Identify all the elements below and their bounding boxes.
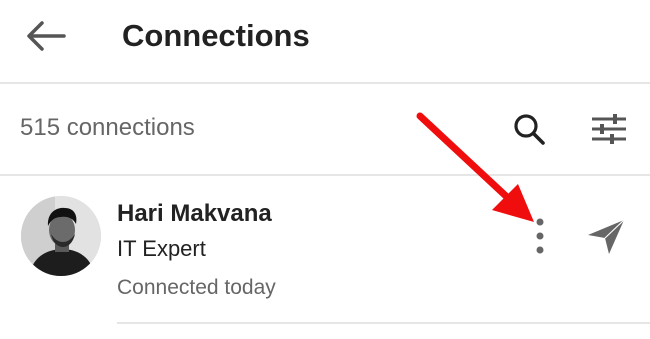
filter-button[interactable] [586, 108, 632, 150]
connections-count: 515 connections [20, 114, 195, 141]
app-header: Connections [0, 0, 650, 82]
connection-list-item[interactable]: Hari Makvana IT Expert Connected today [0, 176, 650, 324]
avatar[interactable] [21, 196, 101, 276]
sliders-icon [592, 114, 626, 144]
more-options-button[interactable] [524, 214, 556, 258]
connected-time: Connected today [117, 276, 276, 299]
search-button[interactable] [508, 108, 550, 150]
search-icon [514, 114, 545, 145]
send-message-button[interactable] [584, 216, 628, 256]
connection-headline: IT Expert [117, 236, 206, 261]
connections-screen: Connections 515 connections Hari Makvana… [0, 0, 650, 339]
back-button[interactable] [22, 18, 70, 54]
connections-toolbar: 515 connections [0, 84, 650, 174]
more-vertical-icon [536, 218, 544, 254]
send-icon [588, 219, 625, 254]
arrow-left-icon [27, 21, 66, 51]
page-title: Connections [122, 18, 310, 53]
profile-photo [21, 196, 101, 276]
connection-name[interactable]: Hari Makvana [117, 200, 272, 228]
item-divider [117, 322, 650, 324]
